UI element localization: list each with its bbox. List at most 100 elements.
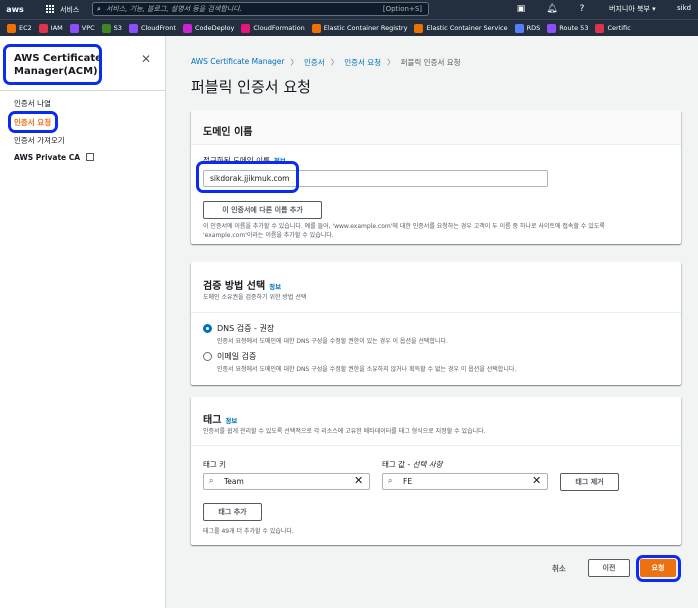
favorite-label: Elastic Container Service [426,24,508,32]
sidebar-title[interactable]: AWS Certificate Manager(ACM) [14,52,102,78]
tags-title-text: 태그 [203,415,222,426]
chevron-right-icon: 〉 [330,58,339,67]
tags-info-link[interactable]: 정보 [225,417,237,425]
validation-desc: 도메인 소유권을 검증하기 위한 방법 선택 [203,294,307,301]
favorite-label: S3 [113,24,122,32]
region-selector[interactable]: 버지니아 북부 ▾ [609,4,656,14]
favorite-item[interactable]: EC2 [7,23,32,33]
bell-icon[interactable]: 🔔︎ [546,3,558,15]
tags-desc: 인증서를 쉽게 관리할 수 있도록 선택적으로 각 리소스에 고유한 메타데이터… [203,428,486,435]
favorite-item[interactable]: CloudFormation [241,23,305,33]
validation-info-link[interactable]: 정보 [269,283,281,291]
breadcrumb-certificates[interactable]: 인증서 [304,57,325,68]
breadcrumb-current: 퍼블릭 인증서 요청 [400,58,461,67]
tag-value-input[interactable]: FE [382,473,548,490]
service-icon [182,23,192,33]
sidebar-item-import-certificate[interactable]: 인증서 가져오기 [14,135,65,146]
page-title: 퍼블릭 인증서 요청 [191,78,311,96]
clear-key-icon[interactable]: ✕ [354,474,363,487]
services-grid-icon[interactable] [46,5,55,14]
validation-title-text: 검증 방법 선택 [203,281,266,292]
breadcrumb: AWS Certificate Manager 〉 인증서 〉 인증서 요청 〉… [191,57,461,68]
sidebar-title-line2: Manager(ACM) [14,66,98,77]
clear-value-icon[interactable]: ✕ [532,474,541,487]
favorite-item[interactable]: RDS [514,23,541,33]
sidebar-divider [0,90,165,91]
services-menu-label[interactable]: 서비스 [60,5,79,15]
favorite-label: RDS [526,24,541,32]
favorite-label: VPC [81,24,95,32]
cancel-button[interactable]: 취소 [552,563,566,574]
search-icon: ⌕ [97,4,101,13]
service-icon [595,23,605,33]
service-icon [547,23,557,33]
service-icon [38,23,48,33]
breadcrumb-request[interactable]: 인증서 요청 [344,57,381,68]
tag-value-optional: 선택 사항 [412,460,443,469]
tags-divider [191,445,681,446]
dns-validation-label: DNS 검증 - 권장 [217,324,275,333]
search-icon: ⌕ [209,476,214,485]
add-name-help-line2: 'example.com'이라는 이름을 추가할 수 있습니다. [203,232,334,239]
favorite-item[interactable]: CloudFront [128,23,176,33]
favorite-label: CloudFront [140,24,176,32]
previous-button[interactable]: 이전 [588,559,630,577]
add-name-help-line1: 이 인증서에 이름을 추가할 수 있습니다. 예를 들어, 'www.examp… [203,223,605,230]
fqdn-info-link[interactable]: 정보 [274,157,286,165]
favorite-item[interactable]: Elastic Container Registry [311,23,408,33]
favorite-item[interactable]: Route 53 [547,23,589,33]
aws-logo[interactable]: aws [0,5,30,14]
favorite-item[interactable]: CodeDeploy [182,23,234,33]
favorite-label: IAM [50,24,63,32]
request-button[interactable]: 요청 [640,559,676,577]
tags-remaining: 태그를 49개 더 추가할 수 있습니다. [203,528,294,535]
search-shortcut: [Option+S] [382,5,422,13]
service-icon [514,23,524,33]
sidebar-title-line1: AWS Certificate [14,53,102,64]
service-icon [311,23,321,33]
favorites-bar: EC2 IAM VPC S3 CloudFront CodeDeploy CloudForm… [0,19,698,36]
favorite-item[interactable]: Elastic Container Service [414,23,508,33]
add-name-help: 이 인증서에 이름을 추가할 수 있습니다. 예를 들어, 'www.examp… [203,222,605,240]
tag-value-label-text: 태그 값 - [382,460,413,469]
validation-method-panel: 검증 방법 선택 정보 도메인 소유권을 검증하기 위한 방법 선택 DNS 검증… [191,262,681,385]
sidebar-item-private-ca[interactable]: AWS Private CA [14,153,95,162]
favorite-item[interactable]: IAM [38,23,63,33]
service-icon [69,23,79,33]
favorite-item[interactable]: S3 [101,23,122,33]
favorite-label: EC2 [19,24,32,32]
help-icon[interactable]: ? [576,3,588,15]
validation-divider [191,312,681,313]
account-menu[interactable]: sikd [677,4,691,12]
private-ca-label: AWS Private CA [14,153,81,162]
external-link-icon [86,153,95,161]
favorite-item[interactable]: Certific [595,23,631,33]
email-validation-label: 이메일 검증 [217,352,257,361]
fqdn-label: 정규화된 도메인 이름 정보 [203,155,286,166]
favorite-label: Route 53 [559,24,589,32]
sidebar-item-request-certificate[interactable]: 인증서 요청 [14,117,51,128]
breadcrumb-acm[interactable]: AWS Certificate Manager [191,57,285,68]
email-validation-radio[interactable] [203,352,212,361]
sidebar-item-list-certificates[interactable]: 인증서 나열 [14,98,51,109]
dns-validation-desc: 인증서 요청에서 도메인에 대한 DNS 구성을 수정할 권한이 있는 경우 이… [217,338,448,345]
add-tag-button[interactable]: 태그 추가 [203,503,262,521]
service-icon [241,23,251,33]
close-icon[interactable]: ✕ [141,52,151,66]
tags-panel-title: 태그 정보 [203,411,237,426]
favorite-label: CloudFormation [253,24,305,32]
domain-name-input[interactable]: sikdorak.jjikmuk.com [203,170,548,187]
add-another-name-button[interactable]: 이 인증서에 다른 이름 추가 [203,201,322,219]
cloudshell-icon[interactable]: ▣ [515,3,527,15]
service-icon [128,23,138,33]
tag-key-input[interactable]: Team [203,473,370,490]
favorite-item[interactable]: VPC [69,23,95,33]
favorite-label: Elastic Container Registry [323,24,408,32]
fqdn-label-text: 정규화된 도메인 이름 [203,156,270,165]
dns-validation-radio[interactable] [203,324,212,333]
tag-key-value: Team [224,477,244,486]
global-search-input[interactable]: ⌕ 서비스, 기능, 블로그, 설명서 등을 검색합니다. [Option+S] [92,2,429,16]
search-placeholder: 서비스, 기능, 블로그, 설명서 등을 검색합니다. [105,5,242,13]
remove-tag-button[interactable]: 태그 제거 [560,473,619,491]
tag-key-label: 태그 키 [203,460,227,469]
